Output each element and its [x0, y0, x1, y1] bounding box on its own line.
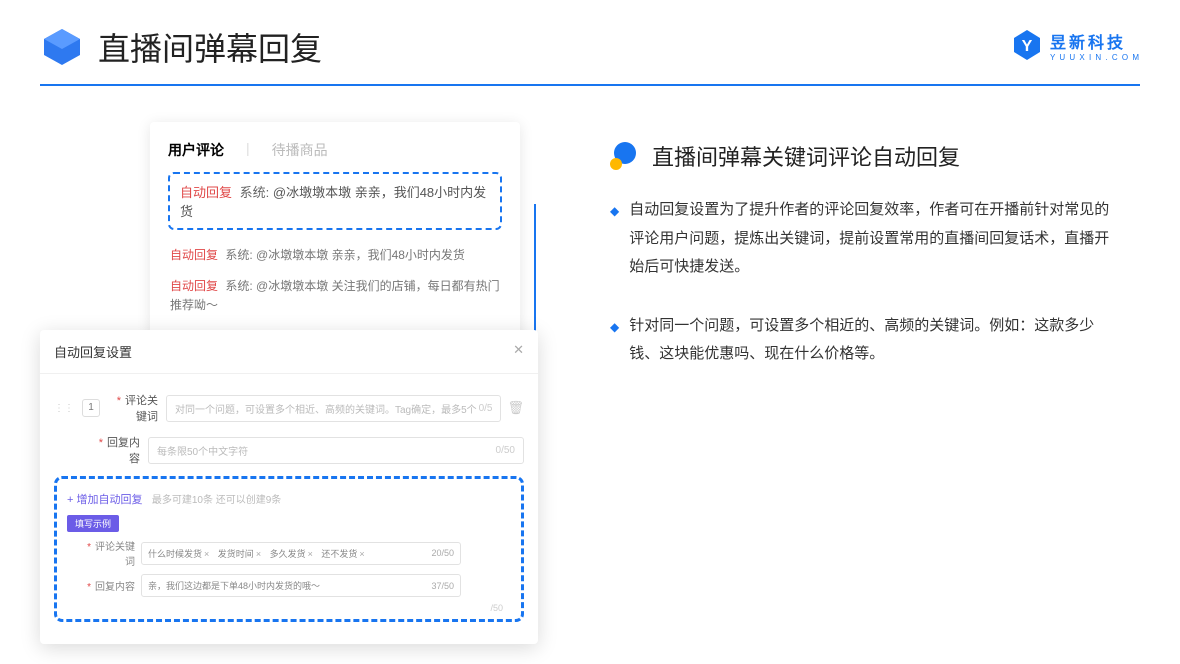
page-title: 直播间弹幕回复	[98, 24, 322, 70]
content-label: *回复内容	[90, 434, 148, 466]
auto-reply-settings-modal: 自动回复设置 ✕ ⋮⋮ 1 *评论关键词 对同一个问题，可设置多个相近、高频的关…	[40, 330, 538, 644]
keyword-tag: 什么时候发货×	[148, 549, 209, 559]
comment-item: 自动回复 系统: @冰墩墩本墩 关注我们的店铺，每日都有热门推荐呦～	[168, 271, 502, 321]
comment-item: 自动回复 系统: @冰墩墩本墩 亲亲，我们48小时内发货	[168, 240, 502, 271]
row-number: 1	[82, 399, 100, 417]
chat-bubble-icon	[610, 142, 638, 170]
keyword-input[interactable]: 对同一个问题，可设置多个相近、高频的关键词。Tag确定，最多5个 0/5	[166, 395, 501, 422]
tabs: 用户评论 | 待播商品	[168, 140, 502, 160]
example-keyword-input[interactable]: 什么时候发货× 发货时间× 多久发货× 还不发货× 20/50	[141, 542, 461, 565]
example-section: + 增加自动回复 最多可建10条 还可以创建9条 填写示例 *评论关键词 什么时…	[54, 476, 524, 622]
settings-row: ⋮⋮ 1 *评论关键词 对同一个问题，可设置多个相近、高频的关键词。Tag确定，…	[54, 392, 524, 424]
example-content-input[interactable]: 亲，我们这边都是下单48小时内发货的哦～ 37/50	[141, 574, 461, 597]
tab-user-comments[interactable]: 用户评论	[168, 140, 224, 160]
company-name-cn: 昱新科技	[1050, 29, 1140, 53]
tab-pending-products[interactable]: 待播商品	[272, 140, 328, 160]
ghost-count: /50	[490, 603, 503, 613]
modal-title: 自动回复设置	[54, 342, 132, 361]
page-logo-icon	[40, 25, 84, 69]
bullet-item: ◆ 自动回复设置为了提升作者的评论回复效率，作者可在开播前针对常见的评论用户问题…	[610, 196, 1120, 282]
diamond-icon: ◆	[610, 312, 619, 369]
delete-icon[interactable]: 🗑	[507, 400, 524, 416]
add-auto-reply-link[interactable]: + 增加自动回复	[67, 494, 142, 506]
example-keyword-row: *评论关键词 什么时候发货× 发货时间× 多久发货× 还不发货× 20/50	[67, 538, 511, 568]
tab-divider: |	[246, 140, 250, 160]
diamond-icon: ◆	[610, 196, 619, 282]
example-chip: 填写示例	[67, 515, 119, 532]
keyword-tag: 多久发货×	[270, 549, 313, 559]
page-header: 直播间弹幕回复	[0, 0, 1180, 70]
keyword-tag: 发货时间×	[218, 549, 261, 559]
example-content-row: *回复内容 亲，我们这边都是下单48小时内发货的哦～ 37/50	[67, 574, 511, 597]
bullet-item: ◆ 针对同一个问题，可设置多个相近的、高频的关键词。例如：这款多少钱、这块能优惠…	[610, 312, 1120, 369]
settings-row: *回复内容 每条限50个中文字符 0/50	[54, 434, 524, 466]
comments-panel: 用户评论 | 待播商品 自动回复 系统: @冰墩墩本墩 亲亲，我们48小时内发货…	[150, 122, 520, 346]
add-note: 最多可建10条 还可以创建9条	[152, 495, 281, 506]
keyword-tag: 还不发货×	[321, 549, 364, 559]
section-heading: 直播间弹幕关键词评论自动回复	[610, 140, 1120, 172]
auto-reply-tag: 自动回复	[180, 185, 232, 200]
keyword-label: *评论关键词	[108, 392, 166, 424]
svg-text:Y: Y	[1022, 38, 1033, 55]
left-column: 用户评论 | 待播商品 自动回复 系统: @冰墩墩本墩 亲亲，我们48小时内发货…	[40, 122, 560, 399]
section-title: 直播间弹幕关键词评论自动回复	[652, 140, 960, 172]
right-column: 直播间弹幕关键词评论自动回复 ◆ 自动回复设置为了提升作者的评论回复效率，作者可…	[560, 122, 1120, 399]
content-input[interactable]: 每条限50个中文字符 0/50	[148, 437, 524, 464]
system-label: 系统:	[240, 185, 270, 200]
company-logo-icon: Y	[1010, 28, 1044, 62]
company-name-en: Y U U X I N . C O M	[1050, 53, 1140, 62]
close-icon[interactable]: ✕	[513, 342, 524, 361]
highlighted-comment: 自动回复 系统: @冰墩墩本墩 亲亲，我们48小时内发货	[168, 172, 502, 230]
drag-handle-icon[interactable]: ⋮⋮	[54, 403, 74, 414]
company-brand: Y 昱新科技 Y U U X I N . C O M	[1010, 28, 1140, 62]
